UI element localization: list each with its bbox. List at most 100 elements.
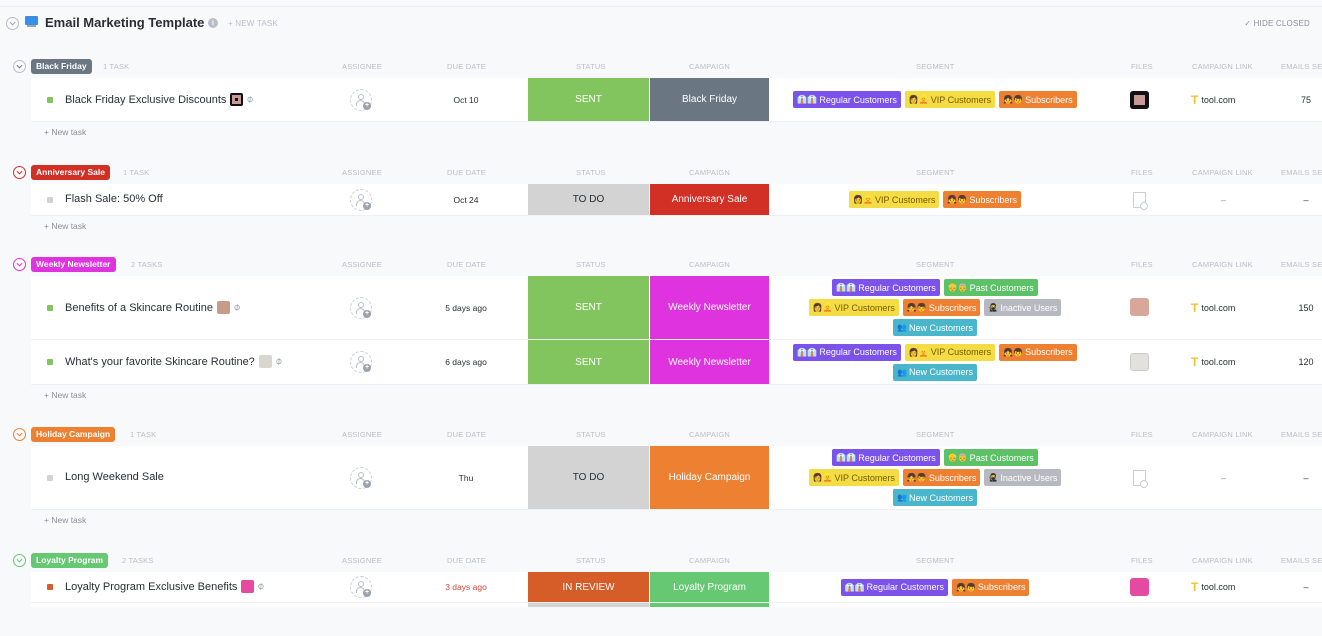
campaign-link[interactable]: Ttool.com — [1191, 580, 1235, 594]
campaign-cell[interactable]: Weekly Newsletter — [650, 276, 769, 339]
column-header-status[interactable]: STATUS — [576, 556, 606, 565]
add-assignee-button[interactable]: + — [350, 297, 372, 319]
group-pill[interactable]: Weekly Newsletter — [31, 257, 116, 272]
segment-cell[interactable]: 👔👔 Regular Customers 👴👵 Past Customers 👩👱 V… — [786, 276, 1084, 339]
column-header-campaign[interactable]: CAMPAIGN — [689, 62, 730, 71]
segment-cell[interactable]: 👔👔 Regular Customers 👴👵 Past Customers 👩👱 V… — [786, 446, 1084, 509]
column-header-assignee[interactable]: ASSIGNEE — [342, 260, 382, 269]
due-date[interactable]: 6 days ago — [416, 357, 516, 367]
status-dot[interactable] — [47, 359, 53, 365]
campaign-cell[interactable]: Weekly Newsletter — [650, 340, 769, 384]
add-assignee-button[interactable]: + — [350, 189, 372, 211]
status-dot[interactable] — [47, 584, 53, 590]
column-header-assignee[interactable]: ASSIGNEE — [342, 556, 382, 565]
segment-cell[interactable]: 👔👔 Regular Customers 👩👱 VIP Customers 👧👦 Su… — [786, 78, 1084, 121]
add-assignee-button[interactable]: + — [350, 576, 372, 598]
column-header-due-date[interactable]: DUE DATE — [447, 556, 486, 565]
status-cell[interactable]: SENT — [528, 276, 650, 339]
column-header-segment[interactable]: SEGMENT — [916, 168, 955, 177]
task-row[interactable]: Long Weekend Sale + Thu TO DO Holiday Ca… — [31, 446, 1322, 510]
column-header-segment[interactable]: SEGMENT — [916, 62, 955, 71]
due-date[interactable]: Oct 24 — [416, 195, 516, 205]
column-header-campaign-link[interactable]: CAMPAIGN LINK — [1192, 62, 1253, 71]
status-dot[interactable] — [47, 197, 53, 203]
status-cell[interactable]: TO DO — [528, 184, 650, 215]
add-task-button[interactable]: + New task — [44, 216, 1322, 236]
collapse-group-button[interactable] — [13, 428, 26, 441]
status-dot[interactable] — [47, 475, 53, 481]
task-row[interactable]: Benefits of a Skincare Routine ⌀ + 5 day… — [31, 276, 1322, 340]
collapse-group-button[interactable] — [13, 60, 26, 73]
status-dot[interactable] — [47, 97, 53, 103]
column-header-status[interactable]: STATUS — [576, 260, 606, 269]
task-thumbnail[interactable] — [216, 301, 230, 314]
campaign-cell[interactable]: Holiday Campaign — [650, 446, 769, 509]
column-header-emails-sent[interactable]: EMAILS SE — [1281, 260, 1322, 269]
file-thumbnail[interactable] — [1129, 298, 1149, 316]
column-header-campaign-link[interactable]: CAMPAIGN LINK — [1192, 260, 1253, 269]
task-name[interactable]: Long Weekend Sale — [65, 471, 164, 483]
column-header-emails-sent[interactable]: EMAILS SE — [1281, 168, 1322, 177]
column-header-campaign[interactable]: CAMPAIGN — [689, 168, 730, 177]
add-task-button[interactable]: + New task — [44, 385, 1322, 405]
campaign-cell[interactable] — [650, 603, 769, 607]
files-cell[interactable] — [1128, 578, 1150, 596]
column-header-files[interactable]: FILES — [1131, 430, 1153, 439]
campaign-link[interactable]: – — [1221, 473, 1226, 483]
link-text[interactable]: tool.com — [1201, 303, 1235, 313]
link-text[interactable]: tool.com — [1201, 95, 1235, 105]
add-task-button[interactable]: + New task — [44, 122, 1322, 142]
column-header-campaign-link[interactable]: CAMPAIGN LINK — [1192, 168, 1253, 177]
column-header-campaign[interactable]: CAMPAIGN — [689, 430, 730, 439]
column-header-campaign[interactable]: CAMPAIGN — [689, 260, 730, 269]
campaign-link[interactable]: Ttool.com — [1191, 301, 1235, 315]
column-header-due-date[interactable]: DUE DATE — [447, 260, 486, 269]
status-cell[interactable] — [528, 603, 650, 607]
status-dot[interactable] — [47, 305, 53, 311]
task-thumbnail[interactable] — [258, 355, 272, 368]
column-header-segment[interactable]: SEGMENT — [916, 260, 955, 269]
task-thumbnail[interactable] — [241, 580, 255, 593]
due-date[interactable]: 5 days ago — [416, 303, 516, 313]
column-header-files[interactable]: FILES — [1131, 62, 1153, 71]
task-name[interactable]: Black Friday Exclusive Discounts — [65, 94, 226, 106]
column-header-campaign-link[interactable]: CAMPAIGN LINK — [1192, 430, 1253, 439]
column-header-emails-sent[interactable]: EMAILS SE — [1281, 556, 1322, 565]
due-date[interactable]: Thu — [416, 473, 516, 483]
files-cell[interactable] — [1128, 353, 1150, 371]
status-cell[interactable]: SENT — [528, 340, 650, 384]
column-header-campaign[interactable]: CAMPAIGN — [689, 556, 730, 565]
column-header-due-date[interactable]: DUE DATE — [447, 430, 486, 439]
task-row[interactable]: Loyalty Program Exclusive Benefits ⌀ + 3… — [31, 572, 1322, 603]
campaign-cell[interactable]: Anniversary Sale — [650, 184, 769, 215]
link-text[interactable]: tool.com — [1201, 357, 1235, 367]
column-header-emails-sent[interactable]: EMAILS SE — [1281, 62, 1322, 71]
add-assignee-button[interactable]: + — [350, 467, 372, 489]
task-name[interactable]: Flash Sale: 50% Off — [65, 193, 163, 205]
column-header-status[interactable]: STATUS — [576, 62, 606, 71]
collapse-group-button[interactable] — [13, 258, 26, 271]
campaign-cell[interactable]: Loyalty Program — [650, 572, 769, 602]
file-thumbnail[interactable] — [1129, 578, 1149, 596]
status-cell[interactable]: TO DO — [528, 446, 650, 509]
info-icon[interactable]: i — [208, 18, 218, 28]
column-header-files[interactable]: FILES — [1131, 260, 1153, 269]
column-header-emails-sent[interactable]: EMAILS SE — [1281, 430, 1322, 439]
files-cell[interactable] — [1128, 91, 1150, 109]
task-row[interactable]: What's your favorite Skincare Routine? ⌀… — [31, 340, 1322, 385]
column-header-status[interactable]: STATUS — [576, 430, 606, 439]
collapse-group-button[interactable] — [13, 554, 26, 567]
files-cell[interactable] — [1128, 470, 1150, 488]
task-name[interactable]: What's your favorite Skincare Routine? — [65, 356, 255, 368]
column-header-segment[interactable]: SEGMENT — [916, 556, 955, 565]
group-pill[interactable]: Black Friday — [31, 59, 92, 74]
column-header-due-date[interactable]: DUE DATE — [447, 168, 486, 177]
file-thumbnail[interactable] — [1129, 91, 1149, 109]
task-row[interactable]: Flash Sale: 50% Off + Oct 24 TO DO Anniv… — [31, 184, 1322, 216]
files-cell[interactable] — [1128, 192, 1150, 210]
campaign-link[interactable]: Ttool.com — [1191, 355, 1235, 369]
file-thumbnail[interactable] — [1129, 353, 1149, 371]
link-text[interactable]: tool.com — [1201, 582, 1235, 592]
collapse-group-button[interactable] — [13, 166, 26, 179]
collapse-list-button[interactable] — [6, 17, 19, 30]
